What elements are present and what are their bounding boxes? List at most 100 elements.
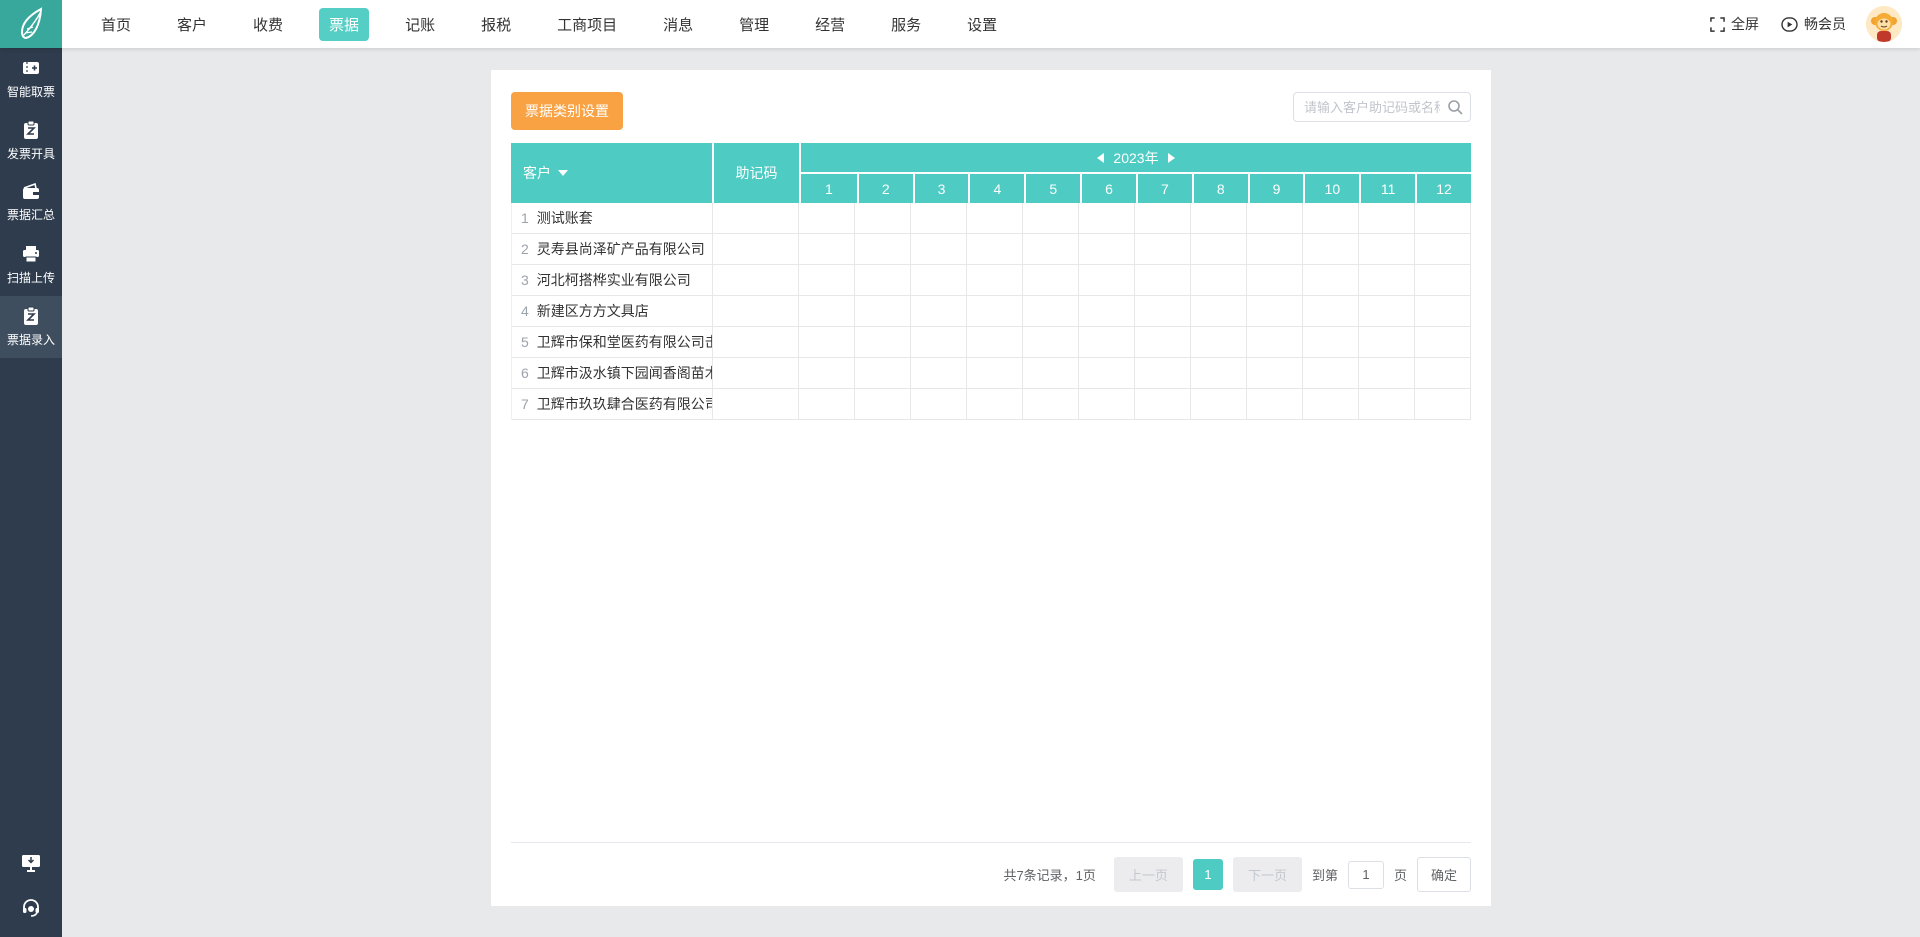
nav-item-management[interactable]: 管理: [729, 8, 779, 41]
main-nav: 首页 客户 收费 票据 记账 报税 工商项目 消息 管理 经营 服务 设置: [78, 8, 1020, 41]
sidebar-item-label: 票据录入: [7, 331, 55, 348]
bill-category-settings-button[interactable]: 票据类别设置: [511, 92, 623, 130]
topbar-right: 全屏 畅会员: [1688, 6, 1902, 42]
months-header-block: 2023年 1 2 3 4 5 6 7 8 9 10 11: [799, 143, 1471, 203]
table-row[interactable]: 2 灵寿县尚泽矿产品有限公司: [512, 234, 1470, 265]
month-cell: [1022, 358, 1078, 388]
month-cell: [1246, 358, 1302, 388]
month-cell: [1246, 389, 1302, 419]
bill-summary-icon: [21, 183, 41, 201]
customer-cell: 2 灵寿县尚泽矿产品有限公司: [512, 234, 712, 264]
customer-column-header[interactable]: 客户: [511, 143, 712, 203]
month-cell: [1414, 265, 1470, 295]
month-cell: [910, 389, 966, 419]
nav-item-tax[interactable]: 报税: [471, 8, 521, 41]
table-row[interactable]: 7 卫辉市玖玖肆合医药有限公司: [512, 389, 1470, 420]
month-cell: [854, 358, 910, 388]
sidebar-item-label: 发票开具: [7, 145, 55, 162]
nav-item-fees[interactable]: 收费: [243, 8, 293, 41]
month-cell: [1414, 296, 1470, 326]
confirm-page-button[interactable]: 确定: [1417, 857, 1471, 892]
month-cell: [910, 203, 966, 233]
top-bar: 首页 客户 收费 票据 记账 报税 工商项目 消息 管理 经营 服务 设置 全屏…: [0, 0, 1920, 48]
next-page-button[interactable]: 下一页: [1233, 857, 1302, 892]
toolbar: 票据类别设置: [491, 70, 1491, 130]
month-cell: [1134, 327, 1190, 357]
month-cell: [1022, 234, 1078, 264]
nav-item-business-projects[interactable]: 工商项目: [547, 8, 627, 41]
mnemonic-cell: [712, 296, 798, 326]
customer-name: 卫辉市玖玖肆合医药有限公司: [537, 394, 712, 414]
mnemonic-cell: [712, 265, 798, 295]
month-cell: [1022, 296, 1078, 326]
month-cell: [1358, 234, 1414, 264]
app-logo[interactable]: [0, 0, 62, 48]
prev-page-button[interactable]: 上一页: [1114, 857, 1183, 892]
month-cell: [1078, 265, 1134, 295]
customer-service-icon: [21, 897, 41, 917]
month-header: 10: [1303, 174, 1359, 203]
user-avatar[interactable]: [1866, 6, 1902, 42]
table-row[interactable]: 5 卫辉市保和堂医药有限公司击磬...: [512, 327, 1470, 358]
client-download-button[interactable]: [0, 841, 62, 885]
nav-item-messages[interactable]: 消息: [653, 8, 703, 41]
month-cell: [1078, 358, 1134, 388]
month-cell: [798, 296, 854, 326]
month-cell: [798, 234, 854, 264]
pagination-bar: 共7条记录，1页 上一页 1 下一页 到第 页 确定: [511, 842, 1471, 906]
fullscreen-button[interactable]: 全屏: [1710, 14, 1759, 34]
sidebar-item-bill-summary[interactable]: 票据汇总: [0, 172, 62, 234]
month-cell: [910, 265, 966, 295]
next-year-icon[interactable]: [1168, 153, 1175, 163]
table-row[interactable]: 3 河北柯搭桦实业有限公司: [512, 265, 1470, 296]
month-cell: [1078, 327, 1134, 357]
member-button[interactable]: 畅会员: [1781, 14, 1846, 34]
month-cell: [1358, 389, 1414, 419]
month-cell: [910, 327, 966, 357]
nav-item-home[interactable]: 首页: [91, 8, 141, 41]
year-selector: 2023年: [801, 143, 1471, 172]
month-cell: [1078, 203, 1134, 233]
sidebar-spacer: [0, 358, 62, 841]
row-index: 5: [521, 334, 529, 350]
customer-service-button[interactable]: [0, 885, 62, 929]
table-row[interactable]: 1 测试账套: [512, 203, 1470, 234]
month-cell: [1358, 296, 1414, 326]
search-input[interactable]: [1293, 92, 1471, 122]
sidebar-item-label: 扫描上传: [7, 269, 55, 286]
sidebar-item-bill-entry[interactable]: 票据录入: [0, 296, 62, 358]
nav-item-operations[interactable]: 经营: [805, 8, 855, 41]
sidebar-item-invoice-issue[interactable]: 发票开具: [0, 110, 62, 172]
nav-item-customers[interactable]: 客户: [167, 8, 217, 41]
prev-year-icon[interactable]: [1097, 153, 1104, 163]
monkey-avatar-icon: [1866, 6, 1902, 42]
sidebar-item-label: 智能取票: [7, 83, 55, 100]
customer-name: 卫辉市汲水镇下园闻香阁苗木种...: [537, 363, 712, 383]
nav-item-services[interactable]: 服务: [881, 8, 931, 41]
nav-item-bookkeeping[interactable]: 记账: [395, 8, 445, 41]
month-cell: [1414, 327, 1470, 357]
bills-table: 客户 助记码 2023年 1 2 3 4 5: [511, 143, 1471, 420]
month-header: 11: [1359, 174, 1415, 203]
month-cell: [1302, 296, 1358, 326]
customer-cell: 4 新建区方方文具店: [512, 296, 712, 326]
current-page-button[interactable]: 1: [1193, 859, 1223, 890]
month-cell: [1414, 358, 1470, 388]
customer-cell: 5 卫辉市保和堂医药有限公司击磬...: [512, 327, 712, 357]
sidebar-item-scan-upload[interactable]: 扫描上传: [0, 234, 62, 296]
sidebar-item-smart-ticket[interactable]: 智能取票: [0, 48, 62, 110]
mnemonic-cell: [712, 327, 798, 357]
table-row[interactable]: 6 卫辉市汲水镇下园闻香阁苗木种...: [512, 358, 1470, 389]
month-cell: [1358, 265, 1414, 295]
nav-item-bills[interactable]: 票据: [319, 8, 369, 41]
nav-item-settings[interactable]: 设置: [957, 8, 1007, 41]
smart-ticket-icon: [21, 58, 41, 78]
table-row[interactable]: 4 新建区方方文具店: [512, 296, 1470, 327]
customer-cell: 7 卫辉市玖玖肆合医药有限公司: [512, 389, 712, 419]
month-cells: [798, 358, 1470, 388]
month-cell: [1022, 203, 1078, 233]
month-cell: [1358, 327, 1414, 357]
search-icon[interactable]: [1447, 99, 1463, 115]
goto-page-input[interactable]: [1348, 861, 1384, 889]
month-cells: [798, 265, 1470, 295]
